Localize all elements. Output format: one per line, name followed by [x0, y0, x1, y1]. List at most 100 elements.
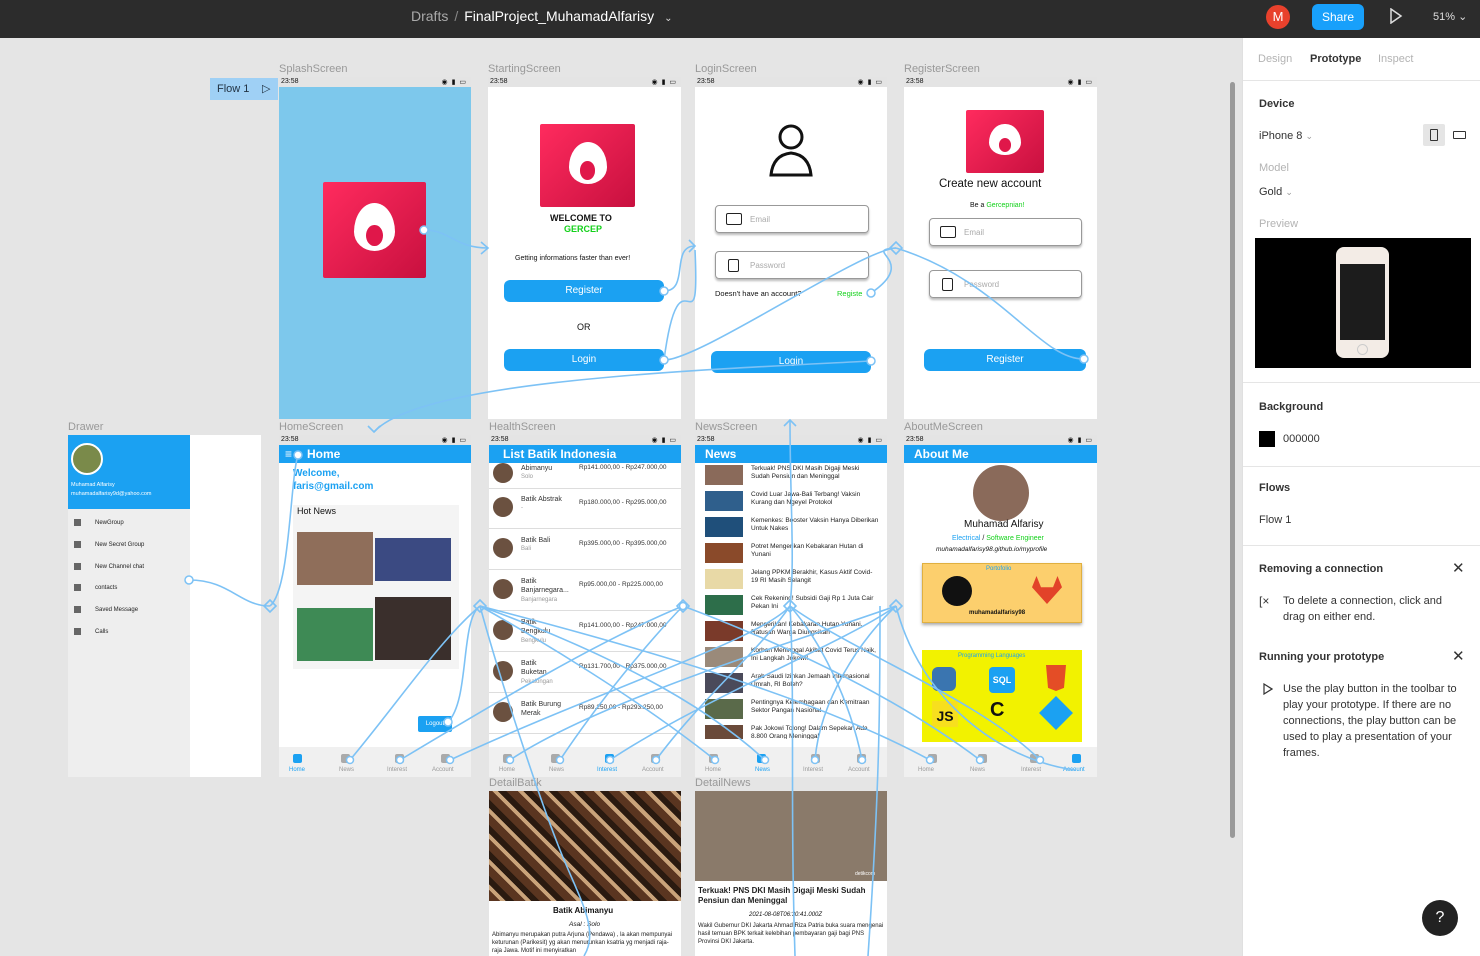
frame-label-health[interactable]: HealthScreen [489, 421, 556, 433]
avatar[interactable]: M [1266, 5, 1290, 29]
nav-home[interactable]: Home [289, 767, 305, 773]
nav-account[interactable]: Account [432, 767, 454, 773]
help-button[interactable]: ? [1422, 900, 1458, 936]
close-icon[interactable]: ✕ [1452, 647, 1465, 665]
model-select[interactable]: Gold ⌄ [1259, 186, 1293, 198]
news-item[interactable]: Covid Luar Jawa-Bali Terbang! Vaksin Kur… [705, 489, 881, 515]
news-item[interactable]: Kemenkes: Booster Vaksin Hanya Diberikan… [705, 515, 881, 541]
drawer-item-saved[interactable]: Saved Message [74, 606, 138, 613]
news-icon[interactable] [978, 754, 987, 763]
list-item[interactable]: Batik Banjarnegara... Banjarnegara Rp95.00… [489, 571, 681, 611]
nav-interest[interactable]: Interest [803, 767, 823, 773]
nav-interest[interactable]: Interest [387, 767, 407, 773]
close-icon[interactable]: ✕ [1452, 559, 1465, 577]
nav-account[interactable]: Account [642, 767, 664, 773]
frame-label-starting[interactable]: StartingScreen [488, 63, 561, 75]
frame-label-news[interactable]: NewsScreen [695, 421, 757, 433]
email-field[interactable]: Email [929, 218, 1082, 246]
news-item[interactable]: Terkuak! PNS DKI Masih Digaji Meski Suda… [705, 463, 881, 489]
frame-label-login[interactable]: LoginScreen [695, 63, 757, 75]
drawer-item-contacts[interactable]: contacts [74, 584, 117, 591]
register-screen-frame[interactable]: 23:58 ◉ ▮ ▭ Create new account Be a Gerce… [904, 77, 1097, 419]
list-item[interactable]: Batik Abstrak - Rp180.000,00 - Rp295.000,0… [489, 489, 681, 529]
nav-account[interactable]: Account [1063, 767, 1085, 773]
nav-news[interactable]: News [970, 767, 985, 773]
list-item[interactable]: Abimanyu Solo Rp141.000,00 - Rp247.000,00 [489, 461, 681, 489]
profile-url[interactable]: muhamadalfarisy98.github.io/myprofile [936, 546, 1047, 553]
list-item[interactable]: Batik Bengkulu Bengkulu Rp141.000,00 - Rp2… [489, 612, 681, 652]
device-select[interactable]: iPhone 8 ⌄ [1259, 130, 1313, 142]
register-link[interactable]: Registe [837, 289, 862, 298]
background-swatch[interactable] [1259, 431, 1275, 447]
email-field[interactable]: Email [715, 205, 869, 233]
home-icon[interactable] [293, 754, 302, 763]
heart-icon[interactable] [1030, 754, 1039, 763]
list-item[interactable]: Batik Burung Merak Rp89.250,00 - Rp293.25… [489, 694, 681, 734]
project-title[interactable]: FinalProject_MuhamadAlfarisy [464, 8, 654, 24]
register-button[interactable]: Register [504, 280, 664, 302]
detail-news-frame[interactable]: detikcom Terkuak! PNS DKI Masih Digaji M… [695, 791, 887, 956]
password-field[interactable]: Password [929, 270, 1082, 298]
news-item[interactable]: Cek Rekening! Subsidi Gaji Rp 1 Juta Cai… [705, 593, 881, 619]
canvas-scrollbar[interactable] [1230, 82, 1235, 838]
home-icon[interactable] [928, 754, 937, 763]
home-screen-frame[interactable]: 23:58 ◉ ▮ ▭ ≡ Home Welcome, faris@gmail.co… [279, 435, 471, 777]
nav-interest[interactable]: Interest [597, 767, 617, 773]
frame-label-about[interactable]: AboutMeScreen [904, 421, 983, 433]
drawer-item-new-channel[interactable]: New Channel chat [74, 563, 144, 570]
landscape-icon[interactable] [1453, 131, 1466, 139]
play-icon[interactable]: ▷ [262, 78, 270, 100]
frame-label-detail-news[interactable]: DetailNews [695, 777, 751, 789]
drawer-item-new-group[interactable]: NewGroup [74, 519, 124, 526]
list-item[interactable]: Batik Buketan Pekalongan Rp131.700,00 - Rp… [489, 653, 681, 693]
heart-icon[interactable] [395, 754, 404, 763]
nav-account[interactable]: Account [848, 767, 870, 773]
portrait-toggle[interactable] [1423, 124, 1445, 146]
register-button[interactable]: Register [924, 349, 1086, 371]
heart-icon[interactable] [811, 754, 820, 763]
news-item[interactable]: Potret Mengerikan Kebakaran Hutan di Yun… [705, 541, 881, 567]
drawer-frame[interactable]: Muhamad Alfarisy muhamadalfarisy9d@yahoo… [68, 435, 261, 777]
logout-button[interactable]: Logout [418, 716, 452, 732]
news-item[interactable]: Arab Saudi Izinkan Jemaah Internasional … [705, 671, 881, 697]
news-icon[interactable] [551, 754, 560, 763]
frame-label-home[interactable]: HomeScreen [279, 421, 343, 433]
detail-batik-frame[interactable]: Batik Abimanyu Asal : Solo Abimanyu meru… [489, 791, 681, 956]
news-item[interactable]: Pak Jokowi Tolong! Dalam Sepekan Ada 8.8… [705, 723, 881, 739]
news-screen-frame[interactable]: 23:58 ◉ ▮ ▭ News Terkuak! PNS DKI Masih D… [695, 435, 887, 777]
nav-home[interactable]: Home [499, 767, 515, 773]
splash-screen-frame[interactable]: 23:58 ◉ ▮ ▭ [279, 77, 471, 419]
health-screen-frame[interactable]: 23:58 ◉ ▮ ▭ List Batik Indonesia Abimanyu… [489, 435, 681, 777]
background-hex[interactable]: 000000 [1283, 433, 1320, 445]
news-image[interactable] [375, 538, 451, 581]
zoom-level[interactable]: 51% ⌄ [1433, 10, 1467, 23]
nav-home[interactable]: Home [918, 767, 934, 773]
heart-icon[interactable] [605, 754, 614, 763]
flow-item[interactable]: Flow 1 [1259, 514, 1291, 526]
account-icon[interactable] [441, 754, 450, 763]
login-button[interactable]: Login [711, 351, 871, 373]
news-icon[interactable] [341, 754, 350, 763]
tab-inspect[interactable]: Inspect [1378, 53, 1413, 65]
news-image[interactable] [375, 597, 451, 660]
github-icon[interactable] [942, 576, 972, 606]
news-item[interactable]: Korban Meninggal Akibat Covid Terus Naik… [705, 645, 881, 671]
nav-interest[interactable]: Interest [1021, 767, 1041, 773]
news-image[interactable] [297, 608, 373, 661]
news-image[interactable] [297, 532, 373, 585]
frame-label-drawer[interactable]: Drawer [68, 421, 103, 433]
account-icon[interactable] [1072, 754, 1081, 763]
flow-start-badge[interactable]: Flow 1 ▷ [210, 78, 278, 100]
about-screen-frame[interactable]: 23:58 ◉ ▮ ▭ About Me Muhamad Alfarisy Ele… [904, 435, 1097, 777]
frame-label-splash[interactable]: SplashScreen [279, 63, 348, 75]
nav-news[interactable]: News [339, 767, 354, 773]
news-item[interactable]: Jelang PPKM Berakhir, Kasus Aktif Covid-… [705, 567, 881, 593]
nav-news[interactable]: News [549, 767, 564, 773]
tab-design[interactable]: Design [1258, 53, 1292, 65]
login-button[interactable]: Login [504, 349, 664, 371]
chevron-down-icon[interactable]: ⌄ [664, 13, 672, 24]
home-icon[interactable] [503, 754, 512, 763]
menu-icon[interactable]: ≡ [285, 445, 292, 463]
drawer-item-calls[interactable]: Calls [74, 628, 108, 635]
drafts-link[interactable]: Drafts [411, 8, 448, 24]
